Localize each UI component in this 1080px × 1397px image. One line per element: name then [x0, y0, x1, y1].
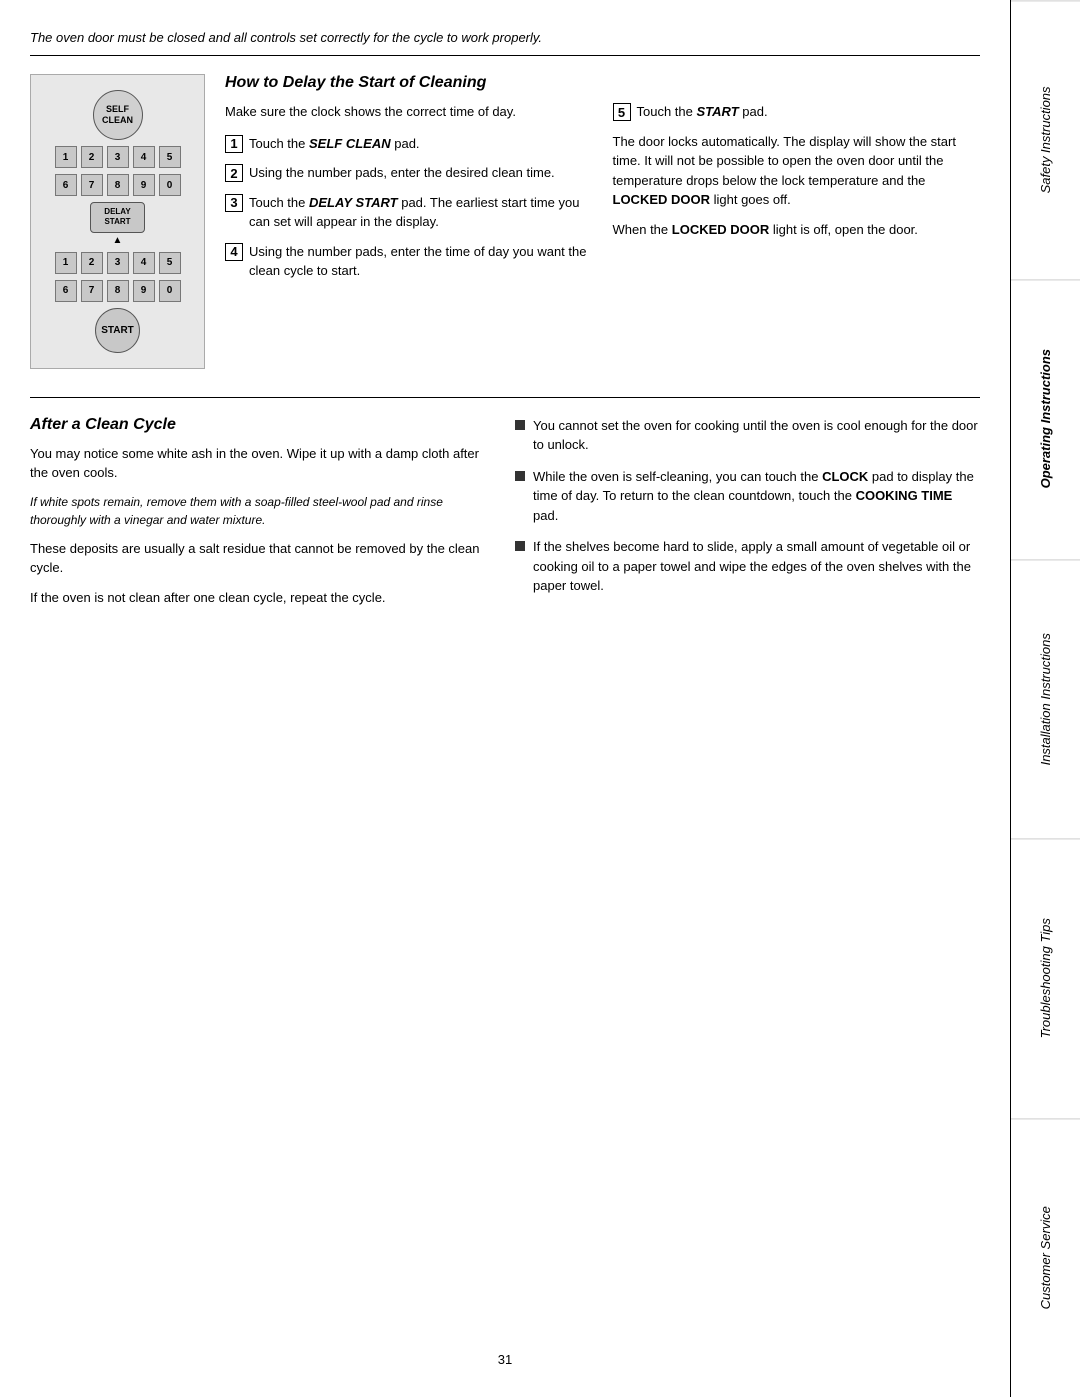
key-4: 4 — [133, 146, 155, 168]
section1-heading: How to Delay the Start of Cleaning — [225, 74, 593, 92]
bullet-icon-2 — [515, 471, 525, 481]
key-8: 8 — [107, 174, 129, 196]
start-button: START — [95, 308, 140, 353]
keypad-row2: 6 7 8 9 0 — [55, 174, 181, 196]
bullet-text-3: If the shelves become hard to slide, app… — [533, 537, 980, 596]
after-clean-para1: You may notice some white ash in the ove… — [30, 444, 495, 483]
sidebar-tab-installation[interactable]: Installation Instructions — [1011, 559, 1080, 838]
key-5b: 5 — [159, 252, 181, 274]
key-1b: 1 — [55, 252, 77, 274]
keypad-row3: 1 2 3 4 5 — [55, 252, 181, 274]
self-clean-button: SELF CLEAN — [93, 90, 143, 140]
right-sidebar: Safety Instructions Operating Instructio… — [1010, 0, 1080, 1397]
sidebar-tab-operating[interactable]: Operating Instructions — [1011, 279, 1080, 558]
step-5: 5 Touch the START pad. — [613, 102, 981, 122]
bullet-item-3: If the shelves become hard to slide, app… — [515, 537, 980, 596]
step-text-3: Touch the DELAY START pad. The earliest … — [249, 193, 593, 232]
instructions-columns: How to Delay the Start of Cleaning Make … — [225, 74, 980, 369]
page-number-area: 31 — [30, 1332, 980, 1367]
bullet-item-1: You cannot set the oven for cooking unti… — [515, 416, 980, 455]
main-content: The oven door must be closed and all con… — [0, 0, 1010, 1397]
step-text-5: Touch the START pad. — [637, 102, 768, 122]
page-number: 31 — [498, 1352, 512, 1367]
after-clean-para2: These deposits are usually a salt residu… — [30, 539, 495, 578]
after-clean-right: You cannot set the oven for cooking unti… — [515, 416, 980, 618]
after-clean-italic: If white spots remain, remove them with … — [30, 493, 495, 529]
bullet-text-1: You cannot set the oven for cooking unti… — [533, 416, 980, 455]
bullet-icon-1 — [515, 420, 525, 430]
key-3: 3 — [107, 146, 129, 168]
bullet-text-2: While the oven is self-cleaning, you can… — [533, 467, 980, 526]
instructions-left: How to Delay the Start of Cleaning Make … — [225, 74, 593, 369]
section1-intro: Make sure the clock shows the correct ti… — [225, 102, 593, 122]
top-note: The oven door must be closed and all con… — [30, 30, 980, 56]
key-6b: 6 — [55, 280, 77, 302]
section-after-clean: After a Clean Cycle You may notice some … — [30, 416, 980, 618]
step-1: 1 Touch the SELF CLEAN pad. — [225, 134, 593, 154]
step-text-1: Touch the SELF CLEAN pad. — [249, 134, 420, 154]
key-7b: 7 — [81, 280, 103, 302]
keypad-diagram: SELF CLEAN 1 2 3 4 5 6 7 8 9 0 DELAY STA… — [30, 74, 205, 369]
step-num-3: 3 — [225, 194, 243, 212]
step-text-4: Using the number pads, enter the time of… — [249, 242, 593, 281]
key-8b: 8 — [107, 280, 129, 302]
key-3b: 3 — [107, 252, 129, 274]
sidebar-tab-customer[interactable]: Customer Service — [1011, 1118, 1080, 1397]
delay-start-area: DELAY START ▲ — [90, 202, 145, 246]
key-0b: 0 — [159, 280, 181, 302]
bullet-icon-3 — [515, 541, 525, 551]
section-delay-start: SELF CLEAN 1 2 3 4 5 6 7 8 9 0 DELAY STA… — [30, 74, 980, 369]
step-4: 4 Using the number pads, enter the time … — [225, 242, 593, 281]
after-clean-para3: If the oven is not clean after one clean… — [30, 588, 495, 608]
key-7: 7 — [81, 174, 103, 196]
key-9b: 9 — [133, 280, 155, 302]
arrow-up-icon: ▲ — [113, 235, 123, 246]
keypad-row4: 6 7 8 9 0 — [55, 280, 181, 302]
key-0: 0 — [159, 174, 181, 196]
key-2b: 2 — [81, 252, 103, 274]
instructions-right: 5 Touch the START pad. The door locks au… — [613, 74, 981, 369]
section-divider — [30, 397, 980, 398]
key-4b: 4 — [133, 252, 155, 274]
keypad-row1: 1 2 3 4 5 — [55, 146, 181, 168]
delay-start-button: DELAY START — [90, 202, 145, 233]
step-num-4: 4 — [225, 243, 243, 261]
door-lock-text: The door locks automatically. The displa… — [613, 132, 981, 210]
step-num-5: 5 — [613, 103, 631, 121]
key-1: 1 — [55, 146, 77, 168]
sidebar-tab-safety[interactable]: Safety Instructions — [1011, 0, 1080, 279]
step-num-1: 1 — [225, 135, 243, 153]
step-2: 2 Using the number pads, enter the desir… — [225, 163, 593, 183]
locked-door-text: When the LOCKED DOOR light is off, open … — [613, 220, 981, 240]
key-6: 6 — [55, 174, 77, 196]
sidebar-tab-troubleshooting[interactable]: Troubleshooting Tips — [1011, 838, 1080, 1117]
key-9: 9 — [133, 174, 155, 196]
step-text-2: Using the number pads, enter the desired… — [249, 163, 555, 183]
key-2: 2 — [81, 146, 103, 168]
after-clean-left: After a Clean Cycle You may notice some … — [30, 416, 495, 618]
step-num-2: 2 — [225, 164, 243, 182]
key-5: 5 — [159, 146, 181, 168]
step-3: 3 Touch the DELAY START pad. The earlies… — [225, 193, 593, 232]
bullet-item-2: While the oven is self-cleaning, you can… — [515, 467, 980, 526]
section2-heading: After a Clean Cycle — [30, 416, 495, 434]
